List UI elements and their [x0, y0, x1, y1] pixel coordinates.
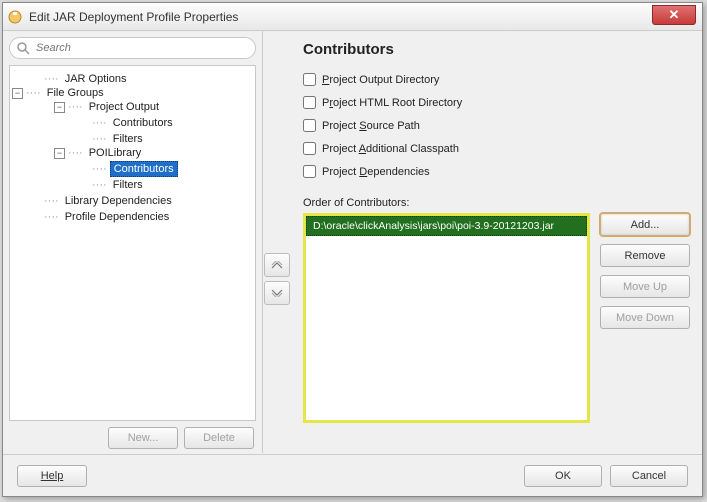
app-icon — [7, 9, 23, 25]
collapse-icon[interactable]: − — [12, 88, 23, 99]
cb-project-source-path[interactable]: Project Source Path — [303, 119, 690, 132]
list-item[interactable]: D:\oracle\clickAnalysis\jars\poi\poi-3.9… — [306, 216, 587, 236]
chevrons-down-icon — [271, 289, 283, 297]
titlebar[interactable]: Edit JAR Deployment Profile Properties ✕ — [3, 3, 702, 31]
new-button[interactable]: New... — [108, 427, 178, 449]
move-panel-up-button[interactable] — [264, 253, 290, 277]
collapse-icon[interactable]: − — [54, 148, 65, 159]
tree-project-output[interactable]: −···· Project Output — [12, 100, 253, 114]
dialog-title: Edit JAR Deployment Profile Properties — [29, 10, 238, 24]
right-panel: Contributors Project Output Directory Pr… — [291, 31, 702, 453]
tree-poilibrary[interactable]: −···· POILibrary — [12, 146, 253, 160]
search-icon — [16, 41, 30, 55]
left-panel: ···· JAR Options −···· File Groups −····… — [3, 31, 263, 453]
order-section: D:\oracle\clickAnalysis\jars\poi\poi-3.9… — [303, 213, 690, 447]
tree-file-groups[interactable]: −···· File Groups — [12, 86, 253, 100]
ok-button[interactable]: OK — [524, 465, 602, 487]
collapse-icon[interactable]: − — [54, 102, 65, 113]
cb-project-dependencies[interactable]: Project Dependencies — [303, 165, 690, 178]
tree-po-filters[interactable]: ···· Filters — [12, 130, 253, 146]
cb-project-source-path-input[interactable] — [303, 119, 316, 132]
bottom-bar: Help OK Cancel — [3, 454, 702, 496]
cb-project-output-dir[interactable]: Project Output Directory — [303, 73, 690, 86]
cb-project-html-root[interactable]: Project HTML Root Directory — [303, 96, 690, 109]
cb-project-dependencies-input[interactable] — [303, 165, 316, 178]
left-buttons: New... Delete — [9, 421, 256, 449]
dialog-window: Edit JAR Deployment Profile Properties ✕… — [2, 2, 703, 497]
cancel-button[interactable]: Cancel — [610, 465, 688, 487]
tree-poi-contributors[interactable]: ···· Contributors — [12, 160, 253, 176]
move-down-button[interactable]: Move Down — [600, 306, 690, 329]
tree-poi-filters[interactable]: ···· Filters — [12, 176, 253, 192]
cb-project-html-root-input[interactable] — [303, 96, 316, 109]
cb-project-output-dir-input[interactable] — [303, 73, 316, 86]
profile-tree[interactable]: ···· JAR Options −···· File Groups −····… — [9, 65, 256, 421]
delete-button[interactable]: Delete — [184, 427, 254, 449]
search-wrap — [9, 37, 256, 59]
panel-title: Contributors — [303, 41, 690, 58]
tree-jar-options[interactable]: ···· JAR Options — [12, 70, 253, 86]
add-button[interactable]: Add... — [600, 213, 690, 236]
search-input[interactable] — [9, 37, 256, 59]
chevrons-up-icon — [271, 261, 283, 269]
contributors-list[interactable]: D:\oracle\clickAnalysis\jars\poi\poi-3.9… — [303, 213, 590, 423]
list-buttons: Add... Remove Move Up Move Down — [600, 213, 690, 447]
move-panel-down-button[interactable] — [264, 281, 290, 305]
cb-additional-classpath[interactable]: Project Additional Classpath — [303, 142, 690, 155]
close-button[interactable]: ✕ — [652, 5, 696, 25]
order-label: Order of Contributors: — [303, 197, 690, 209]
tree-lib-deps[interactable]: ···· Library Dependencies — [12, 192, 253, 208]
tree-po-contributors[interactable]: ···· Contributors — [12, 114, 253, 130]
dialog-body: ···· JAR Options −···· File Groups −····… — [3, 31, 702, 453]
panel-arrows — [263, 31, 291, 453]
move-up-button[interactable]: Move Up — [600, 275, 690, 298]
remove-button[interactable]: Remove — [600, 244, 690, 267]
help-button[interactable]: Help — [17, 465, 87, 487]
tree-profile-deps[interactable]: ···· Profile Dependencies — [12, 208, 253, 224]
cb-additional-classpath-input[interactable] — [303, 142, 316, 155]
